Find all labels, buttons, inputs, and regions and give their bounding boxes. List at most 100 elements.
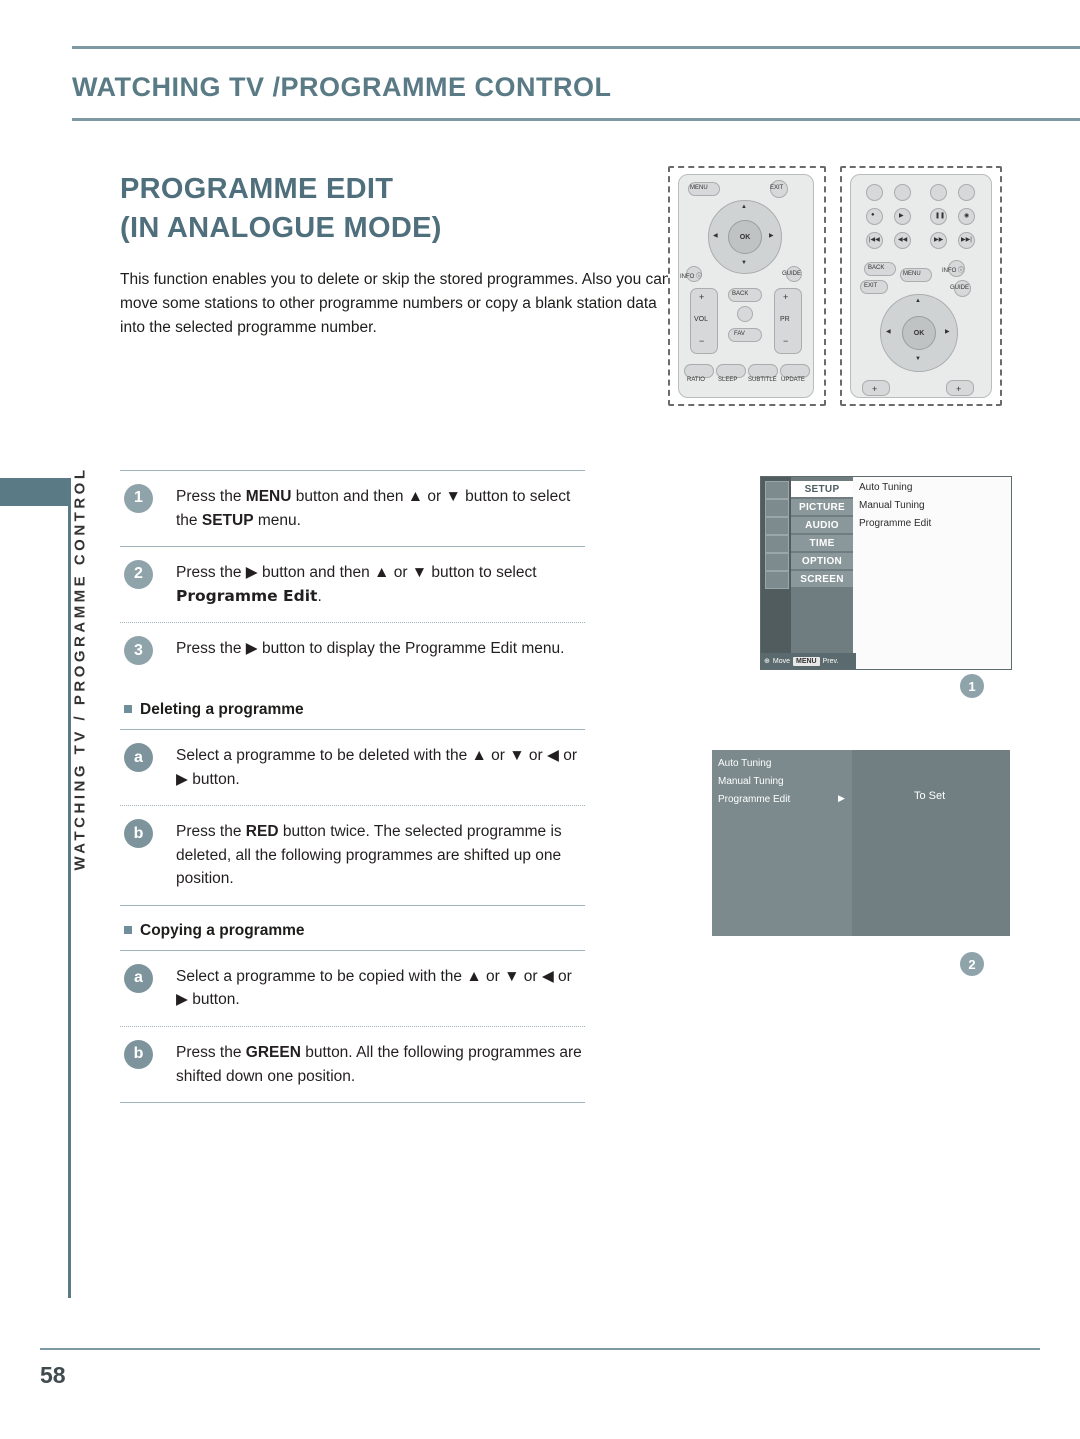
remote-1-dpad-down-icon: ▼ <box>741 260 747 266</box>
remote-1-pr-label: PR <box>780 316 790 323</box>
delete-step-b-badge: b <box>124 819 153 849</box>
remote-1-vol-minus-icon: − <box>699 336 705 346</box>
remote-1-sleep-label: SLEEP <box>718 377 738 383</box>
osd-setup-menu: SETUP PICTURE AUDIO TIME OPTION SCREEN A… <box>760 476 1012 670</box>
copy-step-a-badge: a <box>124 963 153 993</box>
remote-1-update-label: UPDATE <box>781 377 805 383</box>
step-1-bold-setup: SETUP <box>201 511 254 529</box>
osd-tab-time[interactable]: TIME <box>791 535 853 551</box>
remote-2-pause-icon: ❚❚ <box>935 213 946 219</box>
remote-2-back-label: BACK <box>868 265 885 271</box>
callout-1: 1 <box>960 674 984 698</box>
delete-step-b: b Press the RED button twice. The select… <box>120 806 585 905</box>
step-3: 3 Press the ▶ button to display the Prog… <box>120 623 585 685</box>
osd2-item-programme-edit[interactable]: Programme Edit <box>718 794 790 805</box>
remote-1-subtitle-label: SUBTITLE <box>748 377 777 383</box>
copy-step-b-text-before: Press the <box>176 1044 246 1062</box>
remote-2-skip-back-icon: |◀◀ <box>869 237 880 243</box>
osd-move-icon: ⊕ <box>764 658 770 665</box>
page-title-line1: PROGRAMME EDIT <box>120 173 394 205</box>
osd-icon-column <box>761 477 791 669</box>
copy-step-a: a Select a programme to be copied with t… <box>120 951 585 1026</box>
page-number: 58 <box>40 1362 66 1388</box>
section-heading-deleting: Deleting a programme <box>120 685 585 729</box>
osd-icon-screen <box>765 571 789 589</box>
remote-2-dpad-right-icon: ▶ <box>945 329 950 335</box>
step-3-badge: 3 <box>124 636 153 666</box>
osd-footer-bar: ⊕ Move MENU Prev. <box>761 653 856 669</box>
osd-tab-setup[interactable]: SETUP <box>791 481 853 497</box>
callout-2: 2 <box>960 952 984 976</box>
osd-item-programme-edit[interactable]: Programme Edit <box>859 518 931 529</box>
remote-1-dpad-up-icon: ▲ <box>741 204 747 210</box>
section-heading-copying: Copying a programme <box>120 906 585 950</box>
delete-step-a-badge: a <box>124 743 153 773</box>
remote-2-round-button-1 <box>866 184 883 201</box>
remote-2-rewind-icon: ◀◀ <box>898 237 908 243</box>
remote-2-info-label: INFO ⓘ <box>942 268 964 274</box>
delete-step-a-text: Select a programme to be deleted with th… <box>176 747 578 788</box>
osd-tab-picture[interactable]: PICTURE <box>791 499 853 515</box>
remote-1-guide-label: GUIDE <box>782 271 802 277</box>
osd-item-manual-tuning[interactable]: Manual Tuning <box>859 500 925 511</box>
step-2-badge: 2 <box>124 560 153 590</box>
remote-1-dpad-left-icon: ◀ <box>713 233 718 239</box>
instruction-steps: 1 Press the MENU button and then ▲ or ▼ … <box>120 470 585 1104</box>
remote-2-dpad-up-icon: ▲ <box>915 298 921 304</box>
bullet-square-icon-2 <box>124 925 132 934</box>
osd-item-auto-tuning[interactable]: Auto Tuning <box>859 482 912 493</box>
step-1: 1 Press the MENU button and then ▲ or ▼ … <box>120 471 585 546</box>
osd2-item-auto-tuning[interactable]: Auto Tuning <box>718 758 771 769</box>
remote-2-menu-label: MENU <box>903 271 921 277</box>
remote-2-play-icon: ▶ <box>899 213 904 219</box>
remote-2-round-button-2 <box>894 184 911 201</box>
remote-1-exit-label: EXIT <box>770 185 784 191</box>
remote-2-dashed-frame: ● ▶ ❚❚ ◉ |◀◀ ◀◀ ▶▶ ▶▶| BACK MENU INFO ⓘ … <box>840 166 1002 406</box>
step-2-text-after: . <box>317 587 322 605</box>
remote-1-ratio-label: RATIO <box>687 377 705 383</box>
osd-tab-option[interactable]: OPTION <box>791 553 853 569</box>
osd2-left-panel: Auto Tuning Manual Tuning Programme Edit… <box>712 750 852 936</box>
step-3-text: Press the ▶ button to display the Progra… <box>176 640 565 658</box>
step-1-bold-menu: MENU <box>245 488 292 505</box>
section-heading-deleting-label: Deleting a programme <box>140 701 304 719</box>
step-1-text-after: menu. <box>253 511 301 529</box>
remote-1-pr-plus-icon: + <box>783 292 789 302</box>
osd-icon-option <box>765 553 789 571</box>
remote-2-round-button-3 <box>930 184 947 201</box>
remote-1-update-button <box>780 364 810 378</box>
header-top-rule <box>72 46 1080 49</box>
footer-rule <box>40 1348 1040 1350</box>
step-2-bold-programme-edit: Programme Edit <box>176 586 318 605</box>
osd-tab-audio[interactable]: AUDIO <box>791 517 853 533</box>
remote-2-dpad-left-icon: ◀ <box>886 329 891 335</box>
remote-1-sleep-button <box>716 364 746 378</box>
bullet-square-icon <box>124 705 132 714</box>
osd2-item-manual-tuning[interactable]: Manual Tuning <box>718 776 784 787</box>
copy-step-b-badge: b <box>124 1040 153 1070</box>
section-heading-copying-label: Copying a programme <box>140 921 305 939</box>
steps-rule-bottom <box>120 1102 585 1104</box>
delete-step-b-text-before: Press the <box>176 823 246 841</box>
osd-icon-time <box>765 535 789 553</box>
osd2-right-panel: To Set <box>852 750 1010 936</box>
osd-prev-label: Prev. <box>822 657 839 665</box>
osd-move-label: Move <box>772 657 790 665</box>
remote-2-skip-forward-icon: ▶▶| <box>961 237 972 243</box>
header-bottom-rule <box>72 118 1080 121</box>
delete-step-a: a Select a programme to be deleted with … <box>120 730 585 805</box>
osd-tab-screen[interactable]: SCREEN <box>791 571 853 587</box>
remote-illustrations: MENU EXIT OK ▲ ▼ ◀ ▶ INFO ⓘ GUIDE + VOL … <box>668 166 1002 406</box>
remote-2-stop-icon: ◉ <box>964 213 970 219</box>
remote-1-fav-label: FAV <box>734 331 745 337</box>
remote-2-guide-label: GUIDE <box>950 285 970 291</box>
osd-menu-button[interactable]: MENU <box>793 656 820 666</box>
osd-programme-edit-menu: Auto Tuning Manual Tuning Programme Edit… <box>712 750 1010 936</box>
osd2-to-set-label: To Set <box>914 790 946 802</box>
remote-2-ok-button: OK <box>902 316 936 350</box>
remote-2-record-icon: ● <box>871 212 875 218</box>
side-tab-marker <box>0 478 68 506</box>
copy-step-b: b Press the GREEN button. All the follow… <box>120 1027 585 1102</box>
step-2: 2 Press the ▶ button and then ▲ or ▼ but… <box>120 547 585 622</box>
remote-1-menu-label: MENU <box>690 185 708 191</box>
